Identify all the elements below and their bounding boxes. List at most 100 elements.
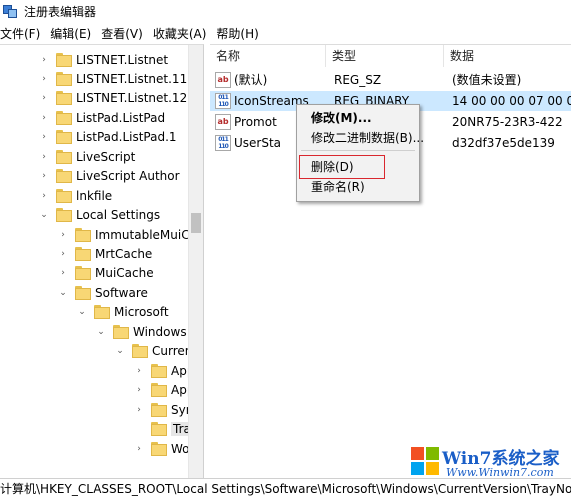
collapse-chevron-icon[interactable]: › [38, 112, 50, 124]
menu-bar: 文件(F) 编辑(E) 查看(V) 收藏夹(A) 帮助(H) [0, 24, 571, 44]
tree-node[interactable]: › LISTNET.Listnet [38, 50, 168, 69]
column-header-data[interactable]: 数据 [444, 45, 571, 67]
tree-node-label: LISTNET.Listnet.11 [76, 71, 188, 86]
collapse-chevron-icon[interactable]: › [133, 404, 145, 416]
collapse-chevron-icon[interactable]: › [38, 73, 50, 85]
folder-icon [75, 227, 91, 242]
tree-scrollbar-thumb[interactable] [191, 213, 201, 233]
collapse-chevron-icon[interactable]: › [133, 384, 145, 396]
tree-node[interactable]: › LiveScript [38, 147, 135, 166]
tree-node[interactable]: ⌄ Windows [95, 322, 187, 341]
folder-icon [75, 247, 91, 261]
tree-node-label: LISTNET.Listnet.12 [76, 91, 188, 106]
string-value-icon: ab [215, 114, 231, 130]
collapse-chevron-icon[interactable]: › [38, 92, 50, 104]
value-type: REG_SZ [334, 73, 382, 87]
value-data: (数值未设置) [452, 73, 522, 87]
expand-chevron-icon[interactable]: ⌄ [38, 209, 50, 221]
tree-node[interactable]: › Syn [133, 400, 193, 419]
tree-node-label: LISTNET.Listnet [76, 52, 169, 67]
collapse-chevron-icon[interactable]: › [38, 151, 50, 163]
tree-node-label: LiveScript [76, 149, 136, 164]
tree-node[interactable]: ⌄ Software [57, 283, 148, 302]
binary-value-icon: 011 110 [215, 93, 231, 109]
tree-node-label: ListPad.ListPad [76, 110, 166, 125]
value-name: Promot [234, 115, 277, 129]
tree-node[interactable]: › LiveScript Author [38, 167, 180, 186]
menu-help[interactable]: 帮助(H) [211, 24, 263, 44]
folder-icon [56, 71, 72, 86]
tree-node-label: Microsoft [114, 305, 169, 320]
collapse-chevron-icon[interactable]: › [38, 131, 50, 143]
expand-chevron-icon[interactable]: ⌄ [57, 287, 69, 299]
menu-item-rename[interactable]: 重命名(R) [311, 177, 365, 197]
collapse-chevron-icon[interactable]: › [57, 229, 69, 241]
tree-node-label: Windows [133, 324, 187, 339]
watermark-url: Www.Winwin7.com [446, 466, 554, 479]
tree-node[interactable]: › lnkfile [38, 186, 112, 205]
value-row[interactable]: ab (默认) REG_SZ (数值未设置) [210, 70, 571, 90]
folder-icon [56, 52, 72, 67]
collapse-chevron-icon[interactable]: › [38, 170, 50, 182]
collapse-chevron-icon[interactable]: › [38, 190, 50, 202]
tree-node[interactable]: › ListPad.ListPad [38, 108, 165, 127]
tree-node[interactable]: › LISTNET.Listnet.11 [38, 69, 187, 88]
tree-node[interactable]: ⌄ Local Settings [38, 206, 160, 225]
folder-icon [56, 169, 72, 184]
binary-value-icon: 011 110 [215, 135, 231, 151]
tree-node[interactable]: › App [133, 381, 194, 400]
menu-edit[interactable]: 编辑(E) [45, 24, 96, 44]
status-bar-path: 计算机\HKEY_CLASSES_ROOT\Local Settings\Sof… [0, 478, 571, 498]
expand-chevron-icon[interactable]: ⌄ [114, 345, 126, 357]
folder-icon [56, 110, 72, 125]
expand-chevron-icon[interactable]: ⌄ [95, 326, 107, 338]
menu-item-modify[interactable]: 修改(M)... [311, 108, 372, 128]
menu-separator [301, 150, 415, 151]
tree-node-label: lnkfile [76, 188, 113, 203]
folder-icon [151, 402, 167, 417]
tree-node[interactable]: › ImmutableMuiCa [57, 225, 197, 244]
value-data: d32df37e5de139 [452, 136, 555, 150]
key-tree-pane[interactable]: › LISTNET.Listnet › LISTNET.Listnet.11 › LIST… [0, 44, 204, 478]
value-name: (默认) [234, 73, 268, 87]
string-value-icon: ab [215, 72, 231, 88]
folder-icon [56, 91, 72, 106]
folder-icon [94, 305, 110, 320]
folder-icon [151, 441, 167, 456]
tree-node-label: MrtCache [95, 247, 153, 261]
tree-node[interactable]: › MuiCache [57, 264, 154, 283]
tree-node[interactable]: ⌄ Curren [114, 342, 192, 361]
collapse-chevron-icon[interactable]: › [38, 54, 50, 66]
tree-node[interactable]: › ListPad.ListPad.1 [38, 128, 177, 147]
expand-chevron-icon[interactable]: ⌄ [76, 306, 88, 318]
column-header-name[interactable]: 名称 [210, 45, 326, 67]
menu-item-modify-binary[interactable]: 修改二进制数据(B)... [311, 128, 424, 148]
folder-icon [151, 383, 167, 398]
folder-icon [56, 130, 72, 145]
collapse-chevron-icon[interactable]: › [133, 365, 145, 377]
collapse-chevron-icon[interactable]: › [133, 443, 145, 455]
tree-scrollbar[interactable] [188, 45, 203, 478]
tree-node-label: ImmutableMuiCa [95, 227, 197, 242]
folder-icon [151, 422, 167, 437]
windows-logo-icon [410, 446, 440, 476]
folder-icon [132, 344, 148, 359]
tree-node[interactable]: › App [133, 361, 194, 380]
folder-icon [56, 149, 72, 164]
folder-icon [56, 188, 72, 203]
folder-icon [113, 324, 129, 339]
tree-node[interactable]: › MrtCache [57, 245, 152, 264]
column-header-type[interactable]: 类型 [326, 45, 444, 67]
tree-node[interactable]: › LISTNET.Listnet.12 [38, 89, 187, 108]
tree-node[interactable]: Tra [133, 420, 193, 439]
tree-node-label: Wo [171, 441, 190, 456]
tree-node[interactable]: › Wo [133, 439, 190, 458]
menu-view[interactable]: 查看(V) [96, 24, 148, 44]
menu-favorites[interactable]: 收藏夹(A) [148, 24, 212, 44]
collapse-chevron-icon[interactable]: › [57, 248, 69, 260]
tree-node[interactable]: ⌄ Microsoft [76, 303, 169, 322]
menu-file[interactable]: 文件(F) [0, 24, 45, 44]
collapse-chevron-icon[interactable]: › [57, 267, 69, 279]
menu-item-delete[interactable]: 删除(D) [311, 157, 354, 177]
